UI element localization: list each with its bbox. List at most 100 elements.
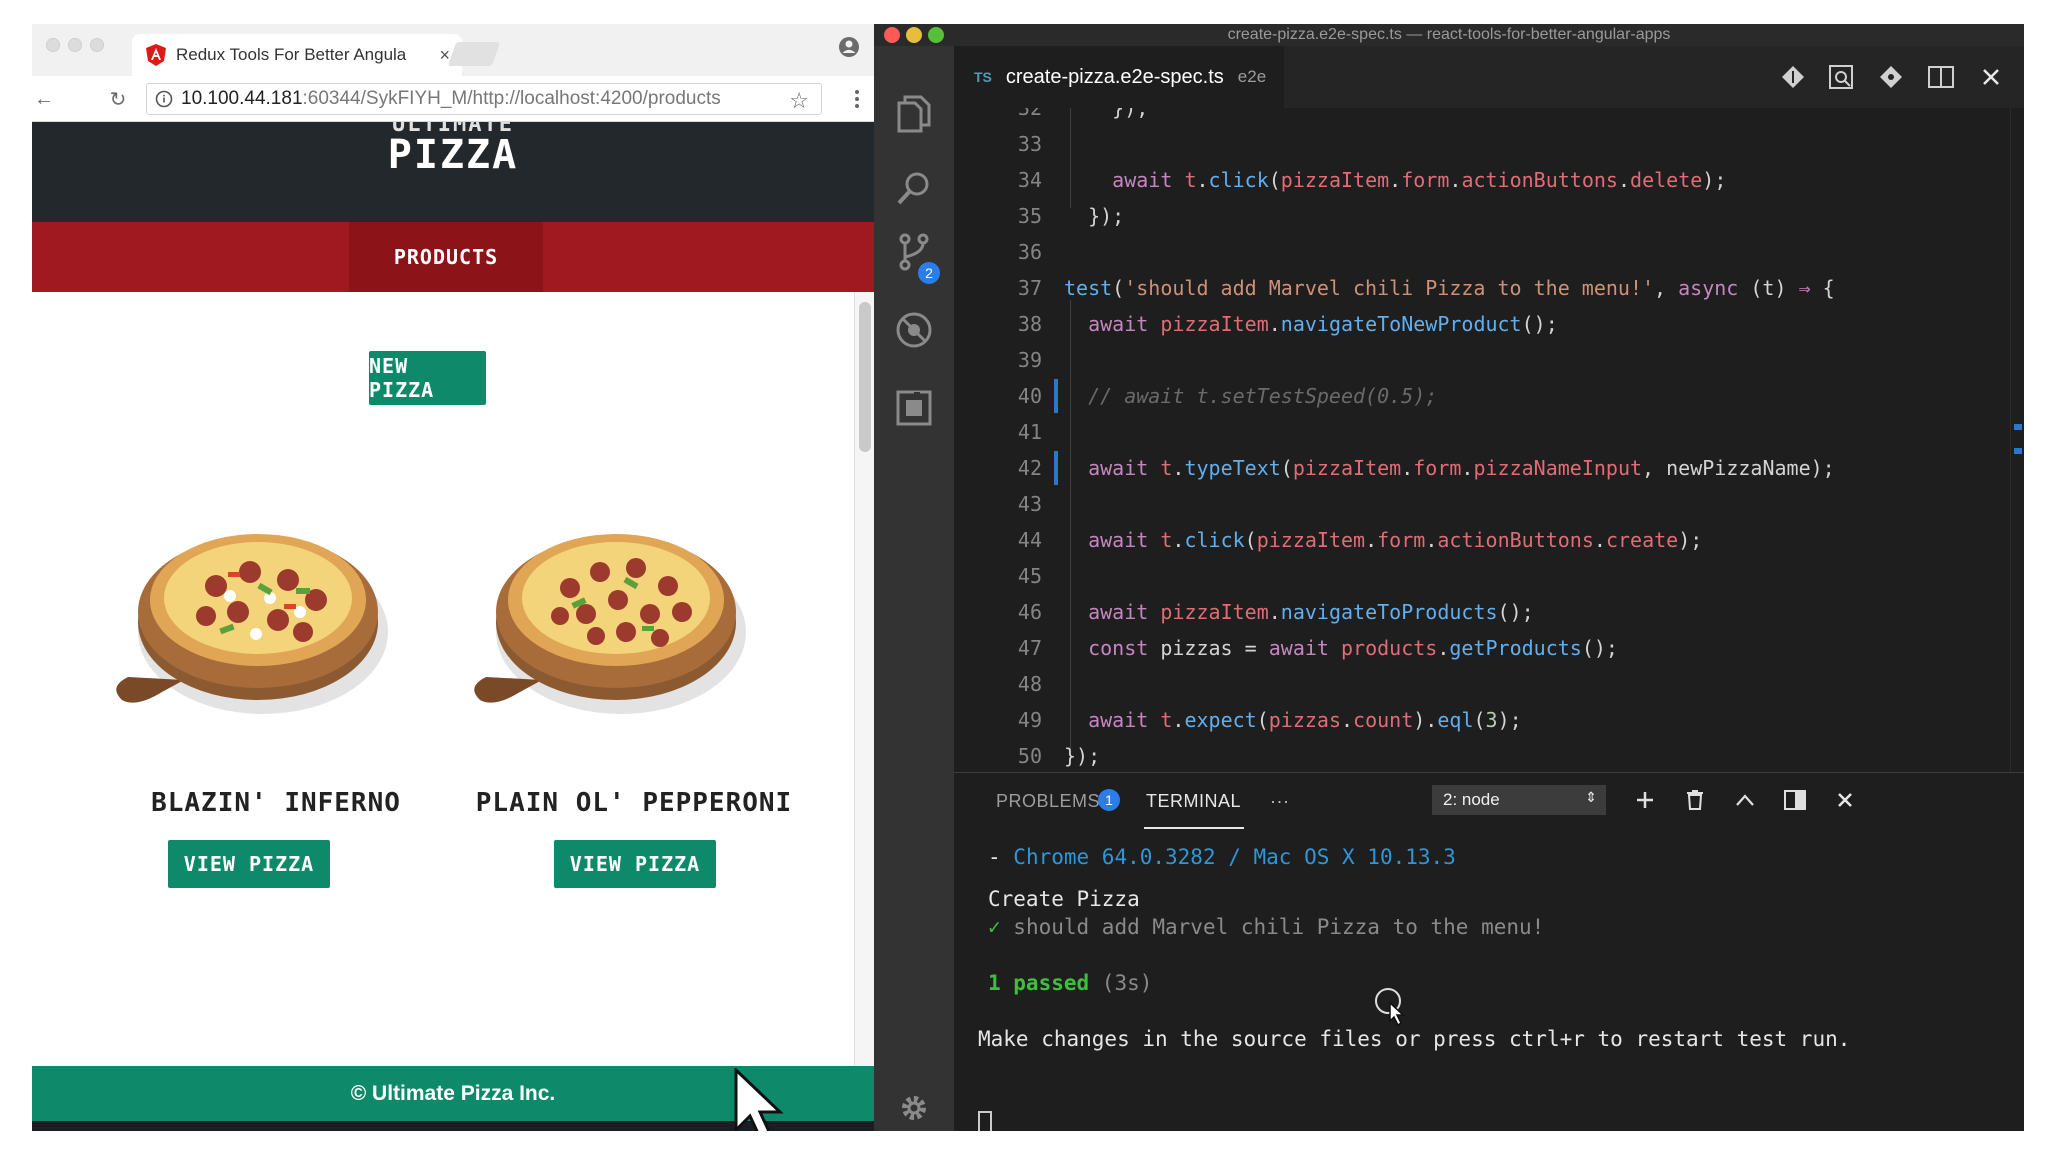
line-number: 39: [1017, 348, 1042, 372]
code-line[interactable]: 33: [954, 126, 2024, 162]
code-token: t: [1184, 168, 1197, 192]
code-line[interactable]: 38 await pizzaItem.navigateToNewProduct(…: [954, 306, 2024, 342]
code-line[interactable]: 50});: [954, 738, 2024, 772]
line-number: 32: [1017, 108, 1042, 120]
select-arrows-icon: ⇕: [1585, 789, 1597, 805]
code-line[interactable]: 46 await pizzaItem.navigateToProducts();: [954, 594, 2024, 630]
search-icon[interactable]: [892, 166, 936, 210]
new-terminal-plus-icon[interactable]: [1632, 787, 1658, 813]
info-icon[interactable]: [155, 90, 173, 108]
address-bar[interactable]: 10.100.44.181:60344/SykFIYH_M/http://loc…: [146, 83, 822, 115]
code-line[interactable]: 40 // await t.setTestSpeed(0.5);: [954, 378, 2024, 414]
url-host: 10.100.44.181: [181, 88, 303, 109]
profile-icon[interactable]: [838, 36, 860, 58]
open-changes-icon[interactable]: [1778, 62, 1808, 92]
code-token: ).: [1413, 708, 1438, 732]
code-line[interactable]: 37 test('should add Marvel chili Pizza to…: [954, 270, 2024, 306]
git-compare-icon[interactable]: [1876, 62, 1906, 92]
close-panel-icon[interactable]: [1832, 787, 1858, 813]
browser-tab-active[interactable]: Redux Tools For Better Angula ×: [132, 34, 462, 76]
code-line[interactable]: 36: [954, 234, 2024, 270]
close-editor-icon[interactable]: [1976, 62, 2006, 92]
code-token: await: [1088, 456, 1149, 480]
pizza-image[interactable]: [446, 502, 786, 732]
page-scrollbar[interactable]: [854, 292, 874, 1131]
new-pizza-button[interactable]: NEW PIZZA: [369, 351, 486, 405]
split-editor-icon[interactable]: [1926, 62, 1956, 92]
extensions-icon[interactable]: [892, 386, 936, 430]
back-arrow-icon[interactable]: ←: [32, 87, 56, 111]
angular-icon: [146, 44, 166, 66]
trash-icon[interactable]: [1682, 787, 1708, 813]
window-minimize-dot[interactable]: [68, 38, 82, 52]
terminal-select[interactable]: 2: node ⇕: [1432, 785, 1606, 815]
code-token: pizzaItem: [1292, 456, 1402, 480]
code-line[interactable]: 44 await t.click(pizzaItem.form.actionBu…: [954, 522, 2024, 558]
reload-icon[interactable]: ↻: [106, 87, 130, 111]
code-line[interactable]: 48: [954, 666, 2024, 702]
vscode-titlebar: create-pizza.e2e-spec.ts — react-tools-f…: [874, 24, 2024, 46]
more-actions-icon[interactable]: ···: [1270, 791, 1289, 812]
pizza-image[interactable]: [88, 502, 428, 732]
code-editor[interactable]: 32 }); 33 34 await t.click(pizzaItem.form.…: [954, 108, 2024, 772]
tab-problems[interactable]: PROBLEMS: [996, 791, 1100, 812]
code-line[interactable]: 34 await t.click(pizzaItem.form.actionBu…: [954, 162, 2024, 198]
site-logo[interactable]: PIZZA: [32, 132, 874, 178]
code-line[interactable]: 32 });: [954, 108, 2024, 126]
code-line[interactable]: 41: [954, 414, 2024, 450]
code-token: .: [1401, 456, 1414, 480]
code-line[interactable]: 47 const pizzas = await products.getProd…: [954, 630, 2024, 666]
window-close-dot[interactable]: [46, 38, 60, 52]
code-token: click: [1184, 528, 1245, 552]
code-token: (: [1244, 528, 1257, 552]
panel-layout-icon[interactable]: [1782, 787, 1808, 813]
browser-menu-icon[interactable]: [854, 88, 860, 110]
tab-terminal[interactable]: TERMINAL: [1146, 791, 1241, 812]
code-line[interactable]: 49 await t.expect(pizzas.count).eql(3);: [954, 702, 2024, 738]
bookmark-star-icon[interactable]: ☆: [789, 88, 809, 114]
code-line[interactable]: 35 });: [954, 198, 2024, 234]
code-token: .: [1389, 168, 1402, 192]
code-text: });: [1064, 738, 1100, 772]
code-text: });: [1064, 198, 1124, 234]
page-viewport: ULTIMATE PIZZA PRODUCTS NEW PIZZA BLAZIN…: [32, 122, 874, 1131]
line-number: 50: [1017, 744, 1042, 768]
bottom-panel: PROBLEMS 1 TERMINAL ··· 2: node ⇕ - Chro…: [954, 772, 2024, 1131]
code-line[interactable]: 42 await t.typeText(pizzaItem.form.pizza…: [954, 450, 2024, 486]
window-zoom-dot[interactable]: [90, 38, 104, 52]
new-tab-button[interactable]: [447, 42, 501, 66]
settings-gear-icon[interactable]: [892, 1086, 936, 1130]
chevron-up-icon[interactable]: [1732, 787, 1758, 813]
code-token: .: [1196, 168, 1209, 192]
code-token: await: [1268, 636, 1329, 660]
open-preview-icon[interactable]: [1826, 62, 1856, 92]
line-number: 41: [1017, 420, 1042, 444]
debug-icon[interactable]: [892, 308, 936, 352]
code-token: pizzaNameInput: [1473, 456, 1643, 480]
code-token: actionButtons: [1461, 168, 1618, 192]
terminal-cursor: [978, 1111, 992, 1131]
code-token: {: [1810, 276, 1835, 300]
code-text: test('should add Marvel chili Pizza to t…: [1064, 270, 1835, 306]
terminal-test-result: ✓ should add Marvel chili Pizza to the m…: [988, 915, 1544, 939]
view-pizza-button[interactable]: VIEW PIZZA: [554, 840, 716, 888]
terminal-fixture-name: Create Pizza: [988, 887, 1140, 911]
view-pizza-button[interactable]: VIEW PIZZA: [168, 840, 330, 888]
code-text: // await t.setTestSpeed(0.5);: [1064, 378, 1437, 414]
page-scrollbar-thumb[interactable]: [859, 302, 871, 452]
code-token: pizzas: [1268, 708, 1341, 732]
editor-tab-filename: create-pizza.e2e-spec.ts: [1005, 65, 1224, 88]
code-line[interactable]: 43: [954, 486, 2024, 522]
nav-products-link[interactable]: PRODUCTS: [349, 222, 543, 292]
code-line[interactable]: 39: [954, 342, 2024, 378]
explorer-icon[interactable]: [892, 92, 936, 136]
site-nav: PRODUCTS: [32, 222, 874, 292]
code-line[interactable]: 45: [954, 558, 2024, 594]
editor-tab-active[interactable]: TS create-pizza.e2e-spec.ts e2e: [954, 46, 1285, 108]
